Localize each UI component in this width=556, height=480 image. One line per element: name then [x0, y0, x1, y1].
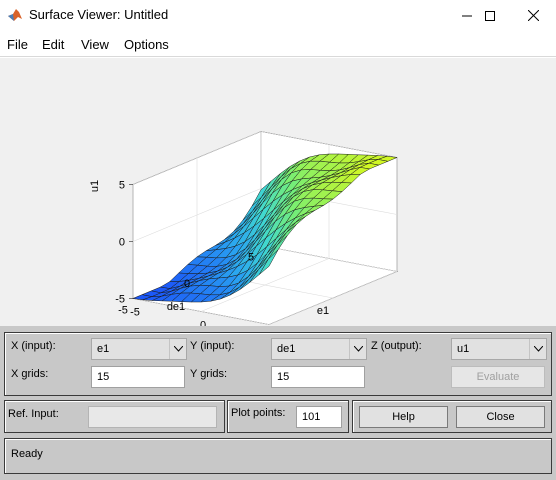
help-button[interactable]: Help — [359, 406, 448, 428]
action-buttons-group: Help Close — [352, 400, 552, 433]
maximize-button[interactable] — [467, 0, 513, 31]
input-output-group: X (input): e1 Y (input): de1 Z (output):… — [4, 332, 552, 396]
menu-options[interactable]: Options — [124, 37, 169, 52]
y-input-select[interactable]: de1 — [271, 338, 367, 360]
maximize-icon — [485, 10, 495, 21]
plot-points-field[interactable]: 101 — [296, 406, 342, 428]
matlab-icon — [8, 9, 22, 21]
control-panel: X (input): e1 Y (input): de1 Z (output):… — [0, 326, 556, 480]
plot-points-label: Plot points: — [231, 407, 286, 419]
surface-plot[interactable]: 50-5-50550-5 u1 de1 e1 — [0, 58, 556, 326]
x-grids-field[interactable]: 15 — [91, 366, 185, 388]
chevron-down-icon — [169, 339, 186, 359]
y-tick-label: -5 — [118, 305, 128, 317]
z-tick-label: 5 — [119, 180, 125, 192]
menu-edit[interactable]: Edit — [42, 37, 64, 52]
y-axis-label: de1 — [167, 301, 185, 313]
x-tick-label: -5 — [130, 307, 140, 319]
z-axis-label: u1 — [89, 180, 101, 192]
ref-input-field[interactable] — [88, 406, 217, 428]
y-input-label: Y (input): — [190, 340, 235, 352]
z-output-label: Z (output): — [371, 340, 422, 352]
x-grids-label: X grids: — [11, 368, 49, 380]
ref-input-group: Ref. Input: — [4, 400, 225, 433]
z-output-select[interactable]: u1 — [451, 338, 547, 360]
close-icon — [527, 10, 539, 21]
window-title: Surface Viewer: Untitled — [29, 7, 169, 22]
plot-area[interactable]: 50-5-50550-5 u1 de1 e1 — [0, 58, 556, 326]
menu-bar: File Edit View Options — [0, 31, 556, 57]
close-window-button[interactable] — [510, 0, 556, 31]
y-grids-field[interactable]: 15 — [271, 366, 365, 388]
evaluate-button[interactable]: Evaluate — [451, 366, 545, 388]
plot-points-group: Plot points: 101 — [227, 400, 349, 433]
y-tick-label: 0 — [184, 278, 190, 290]
close-button[interactable]: Close — [456, 406, 545, 428]
chevron-down-icon — [529, 339, 546, 359]
y-grids-label: Y grids: — [190, 368, 228, 380]
x-input-label: X (input): — [11, 340, 56, 352]
z-tick-label: 0 — [119, 237, 125, 249]
x-input-select[interactable]: e1 — [91, 338, 187, 360]
status-bar: Ready — [4, 438, 552, 474]
title-bar: Surface Viewer: Untitled — [0, 0, 556, 31]
status-text: Ready — [11, 448, 43, 460]
menu-view[interactable]: View — [81, 37, 109, 52]
x-axis-label: e1 — [317, 305, 329, 317]
menu-file[interactable]: File — [7, 37, 28, 52]
y-tick-label: 5 — [248, 252, 254, 264]
ref-input-label: Ref. Input: — [8, 408, 59, 420]
chevron-down-icon — [349, 339, 366, 359]
